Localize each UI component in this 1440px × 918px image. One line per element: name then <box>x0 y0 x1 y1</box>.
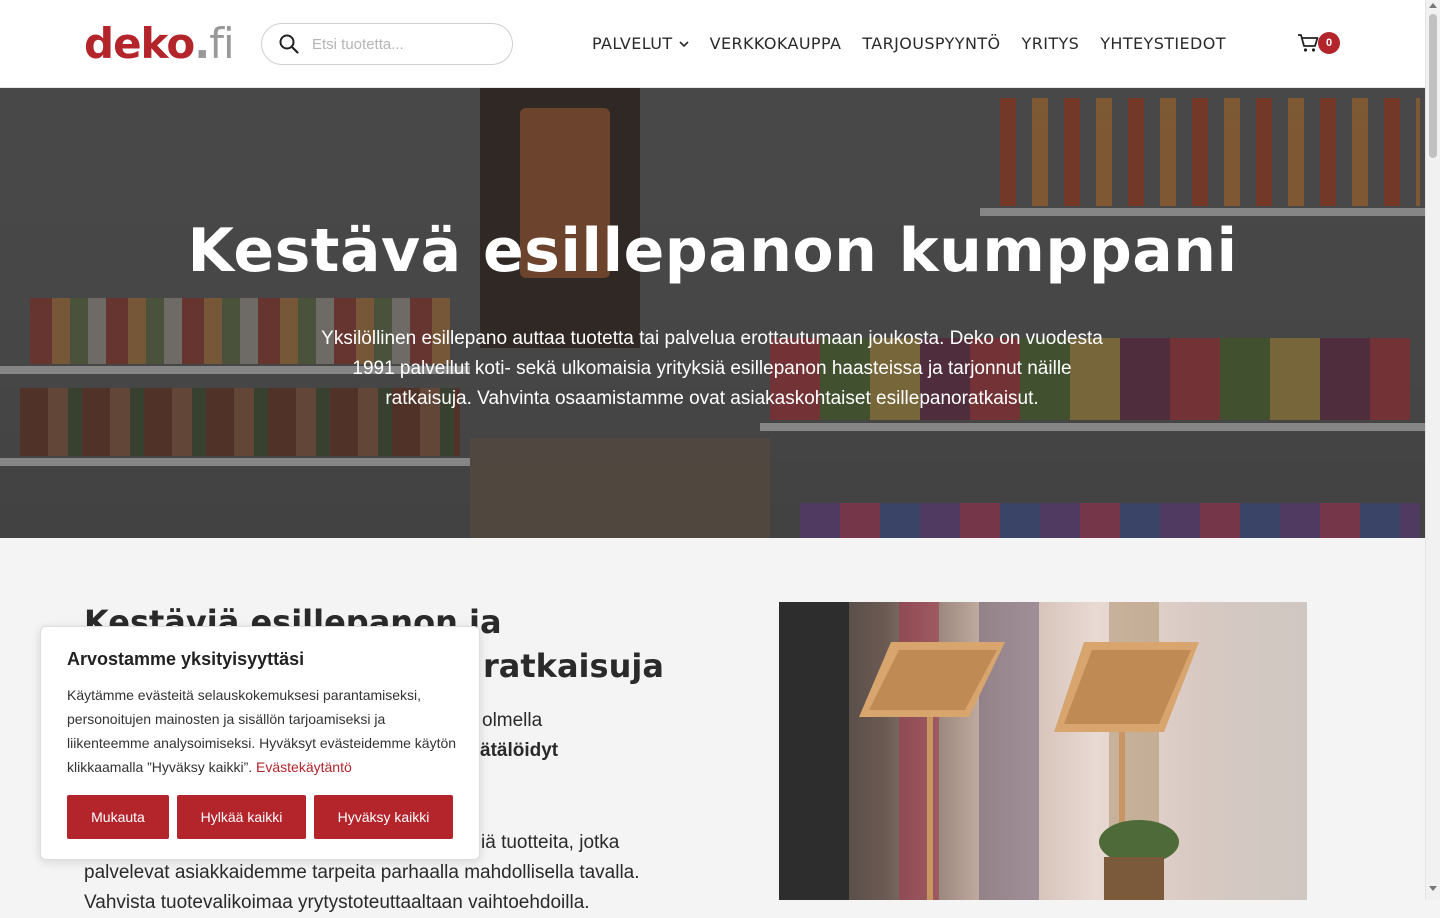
cookie-policy-link[interactable]: Evästekäytäntö <box>256 759 352 775</box>
scrollbar-thumb[interactable] <box>1429 14 1437 158</box>
nav-palvelut-label: PALVELUT <box>592 34 673 53</box>
scroll-down-arrow-icon[interactable] <box>1429 886 1437 891</box>
nav-yritys[interactable]: YRITYS <box>1022 32 1080 56</box>
cookie-reject-button[interactable]: Hylkää kaikki <box>177 795 306 839</box>
nav-tarjouspyynto-label: TARJOUSPYYNTÖ <box>862 34 1001 53</box>
scroll-up-arrow-icon[interactable] <box>1429 3 1437 8</box>
cart-count-badge: 0 <box>1318 32 1340 54</box>
nav-verkkokauppa-label: VERKKOKAUPPA <box>709 34 842 53</box>
cart-button[interactable]: 0 <box>1297 31 1343 57</box>
product-image-stands <box>779 602 1307 900</box>
cart-icon <box>1298 34 1319 52</box>
search-box <box>261 23 513 65</box>
nav-yhteystiedot-label: YHTEYSTIEDOT <box>1100 34 1226 53</box>
nav-tarjouspyynto[interactable]: TARJOUSPYYNTÖ <box>862 32 1000 56</box>
main-nav: PALVELUT VERKKOKAUPPA TARJOUSPYYNTÖ YRIT… <box>592 32 1226 56</box>
hero-title: Kestävä esillepanon kumppani <box>187 216 1238 286</box>
page-scrollbar[interactable] <box>1425 0 1440 900</box>
logo-tld: fi <box>209 19 234 68</box>
nav-verkkokauppa[interactable]: VERKKOKAUPPA <box>710 32 842 56</box>
hero-overlay <box>0 88 1425 538</box>
nav-yritys-label: YRITYS <box>1021 34 1080 53</box>
cookie-consent-dialog: Arvostamme yksityisyyttäsi Käytämme eväs… <box>40 626 480 860</box>
hero-banner: Kestävä esillepanon kumppani Yksilölline… <box>0 88 1425 538</box>
nav-palvelut[interactable]: PALVELUT <box>592 32 689 56</box>
chevron-down-icon <box>679 41 689 48</box>
cookie-customize-button[interactable]: Mukauta <box>67 795 169 839</box>
cookie-accept-button[interactable]: Hyväksy kaikki <box>314 795 453 839</box>
hero-text: Yksilöllinen esillepano auttaa tuotetta … <box>321 328 1103 409</box>
logo-dot: . <box>194 19 210 68</box>
cookie-text: Käytämme evästeitä selauskokemuksesi par… <box>67 683 462 779</box>
logo[interactable]: deko.fi <box>84 19 235 68</box>
search-icon[interactable] <box>279 34 299 54</box>
section-paragraph-line3: Vahvista tuotevalikoimaa yrytystoteuttaa… <box>84 892 590 913</box>
section-paragraph-line2: palvelevat asiakkaidemme tarpeita parhaa… <box>84 862 640 883</box>
logo-main: deko <box>84 19 195 68</box>
cookie-title: Arvostamme yksityisyyttäsi <box>67 649 305 669</box>
search-input[interactable] <box>312 32 497 56</box>
site-header: deko.fi PALVELUT VERKKOKAUPPA TARJOUSPYY… <box>0 0 1425 88</box>
nav-yhteystiedot[interactable]: YHTEYSTIEDOT <box>1100 32 1226 56</box>
display-stand-image <box>779 602 1199 900</box>
